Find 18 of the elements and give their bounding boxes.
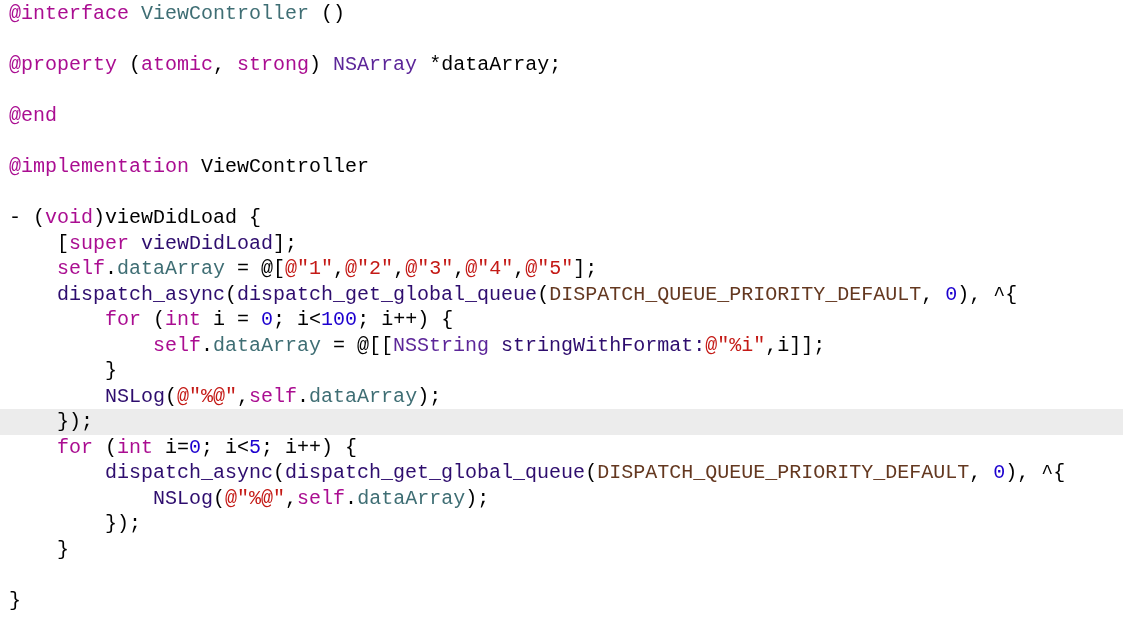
code-line: } (104, 358, 119, 384)
code-line: for (int i=0; i<5; i++) { (56, 434, 359, 461)
code-line: dispatch_async(dispatch_get_global_queue(DISPATCH_QUEUE_PRIORITY_DEFAULT, 0), ^{ (104, 460, 1067, 486)
code-line: @implementation ViewController (8, 154, 371, 180)
code-line: } (8, 587, 22, 614)
code-line: for (int i = 0; i<100; i++) { (104, 307, 455, 333)
code-line: @interface ViewController () (8, 1, 347, 27)
code-line: }); (104, 511, 143, 537)
code-line: self.dataArray = @[[NSString stringWithFormat:@"%i",i]]; (152, 332, 827, 359)
code-line: @property (atomic, strong) NSArray *dataArray; (8, 52, 563, 78)
code-line: NSLog(@"%@",self.dataArray); (104, 383, 443, 410)
code-line: - (void)viewDidLoad { (8, 205, 263, 231)
code-line: NSLog(@"%@",self.dataArray); (152, 485, 491, 512)
code-line: dispatch_async(dispatch_get_global_queue(DISPATCH_QUEUE_PRIORITY_DEFAULT, 0), ^{ (56, 281, 1019, 308)
code-line: self.dataArray = @[@"1",@"2",@"3",@"4",@"5"]; (56, 256, 599, 282)
code-line: } (56, 536, 70, 563)
code-line: [super viewDidLoad]; (56, 230, 299, 257)
code-line: @end (8, 103, 58, 129)
